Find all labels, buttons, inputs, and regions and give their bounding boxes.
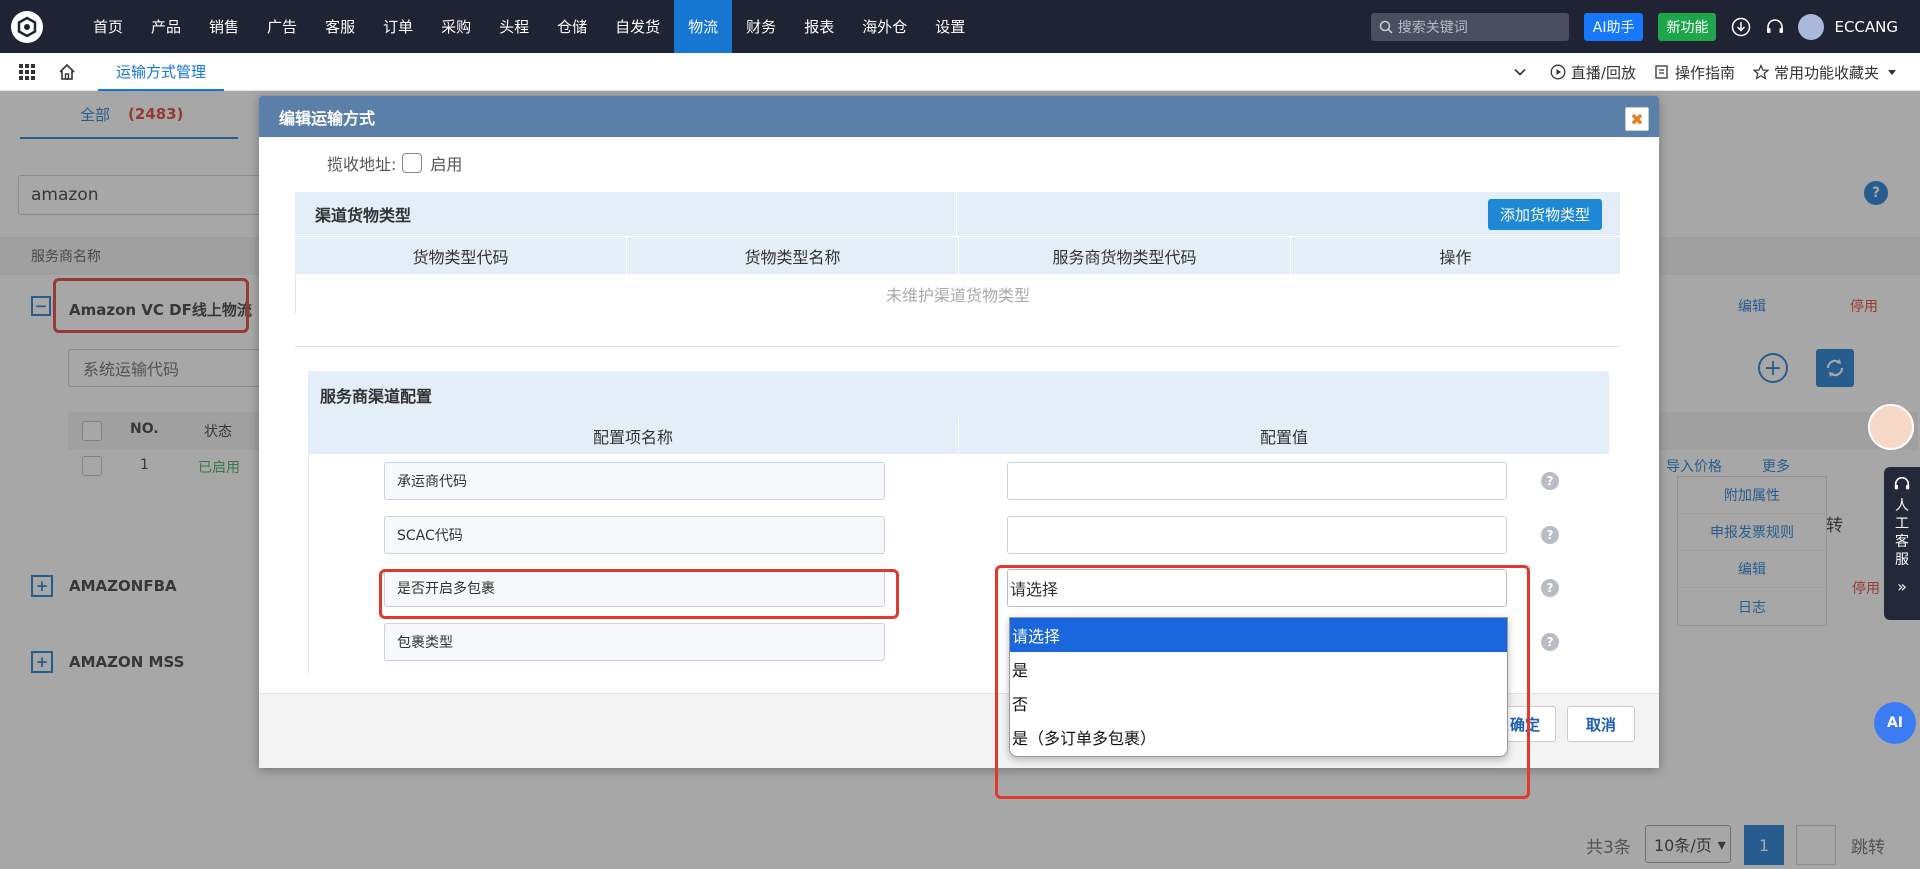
pickup-address-row: 揽收地址: 启用 [327,153,463,174]
help-icon[interactable]: ? [1541,633,1559,651]
help-icon[interactable]: ? [1541,472,1559,490]
close-icon[interactable]: ✖ [1625,107,1649,131]
col-config-value: 配置值 [959,417,1609,454]
pickup-enable-checkbox[interactable] [402,153,423,173]
config-value-scac[interactable] [1007,516,1507,554]
menu-item-orders[interactable]: 订单 [369,0,427,53]
help-icon[interactable]: ? [1541,579,1559,597]
col-cargo-code: 货物类型代码 [295,237,626,274]
top-right-tools: 搜索关键词 AI助手 新功能 ECCANG [1370,0,1920,53]
highlight-config-name [379,569,899,619]
ai-assistant-button[interactable]: AI助手 [1583,12,1644,41]
download-icon[interactable] [1730,16,1752,38]
human-service-label: 人工客服 [1895,498,1909,568]
guide-link[interactable]: 操作指南 [1654,62,1735,83]
new-feature-button[interactable]: 新功能 [1658,12,1717,41]
subbar-tools: 直播/回放 操作指南 常用功能收藏夹 [1513,53,1920,91]
ai-badge-button[interactable]: AI [1874,702,1916,744]
menu-item-purchase[interactable]: 采购 [427,0,485,53]
config-name-carrier-code: 承运商代码 [384,462,885,500]
cargo-empty-text: 未维护渠道货物类型 [295,274,1620,314]
dialog-title: 编辑运输方式 [279,108,376,128]
menu-item-sales[interactable]: 销售 [195,0,253,53]
play-icon [1550,64,1566,80]
cargo-table-header: 货物类型代码 货物类型名称 服务商货物类型代码 操作 [295,237,1620,274]
tab-list-chevron-icon[interactable] [1513,65,1532,79]
cargo-section-header: 渠道货物类型 添加货物类型 [295,192,1620,237]
menu-item-products[interactable]: 产品 [137,0,195,53]
config-value-carrier-code[interactable] [1007,462,1507,500]
add-cargo-type-button[interactable]: 添加货物类型 [1488,199,1603,230]
col-cargo-name: 货物类型名称 [627,237,958,274]
tab-shipping-method[interactable]: 运输方式管理 [98,53,225,91]
star-icon [1752,64,1769,80]
tab-bar: 运输方式管理 直播/回放 操作指南 常用功能收藏夹 [0,53,1920,91]
menu-item-firstleg[interactable]: 头程 [485,0,543,53]
menu-item-finance[interactable]: 财务 [732,0,790,53]
col-actions: 操作 [1291,237,1620,274]
section-divider [295,346,1620,347]
menu-item-service[interactable]: 客服 [311,0,369,53]
home-icon[interactable] [57,62,77,82]
edit-doc-icon [1655,65,1668,79]
dialog-header: 编辑运输方式 ✖ [259,96,1659,137]
headset-icon[interactable] [1764,16,1786,38]
provider-config-header: 服务商渠道配置 [308,371,1609,417]
search-icon [1379,20,1393,34]
human-service-widget[interactable]: 人工客服 » [1884,467,1920,620]
double-chevron-icon: » [1897,577,1907,596]
favorites-link[interactable]: 常用功能收藏夹 [1752,62,1902,83]
help-icon[interactable]: ? [1541,526,1559,544]
headset-icon-small [1894,476,1910,490]
user-name[interactable]: ECCANG [1834,18,1898,36]
config-name-scac: SCAC代码 [384,516,885,554]
global-search-input[interactable]: 搜索关键词 [1370,12,1569,41]
live-replay-link[interactable]: 直播/回放 [1550,62,1636,83]
col-provider-cargo-code: 服务商货物类型代码 [959,237,1290,274]
col-config-name: 配置项名称 [308,417,958,454]
assistant-avatar[interactable] [1868,404,1914,450]
multi-package-dropdown: 请选择 是 否 是（多订单多包裹） [1009,617,1508,757]
menu-item-overseas[interactable]: 海外仓 [848,0,921,53]
option-please-select[interactable]: 请选择 [1010,618,1507,652]
caret-down-icon [1888,70,1896,75]
app-grid-icon[interactable] [19,63,35,80]
menu-item-logistics[interactable]: 物流 [674,0,733,53]
option-yes-multi-order[interactable]: 是（多订单多包裹） [1010,720,1507,754]
menu-item-reports[interactable]: 报表 [790,0,848,53]
menu-item-settings[interactable]: 设置 [921,0,979,53]
app-logo[interactable] [11,10,43,43]
config-name-package-type: 包裹类型 [384,623,885,661]
menu-item-selfship[interactable]: 自发货 [601,0,674,53]
option-no[interactable]: 否 [1010,686,1507,720]
top-navbar: 首页 产品 销售 广告 客服 订单 采购 头程 仓储 自发货 物流 财务 报表 … [0,0,1920,53]
menu-item-ads[interactable]: 广告 [253,0,311,53]
main-menu: 首页 产品 销售 广告 客服 订单 采购 头程 仓储 自发货 物流 财务 报表 … [79,0,979,53]
option-yes[interactable]: 是 [1010,652,1507,686]
menu-item-warehouse[interactable]: 仓储 [543,0,601,53]
menu-item-home[interactable]: 首页 [79,0,137,53]
cancel-button[interactable]: 取消 [1567,706,1635,742]
search-placeholder: 搜索关键词 [1397,19,1468,36]
config-table-header: 配置项名称 配置值 [308,417,1609,454]
user-avatar[interactable] [1798,13,1825,40]
